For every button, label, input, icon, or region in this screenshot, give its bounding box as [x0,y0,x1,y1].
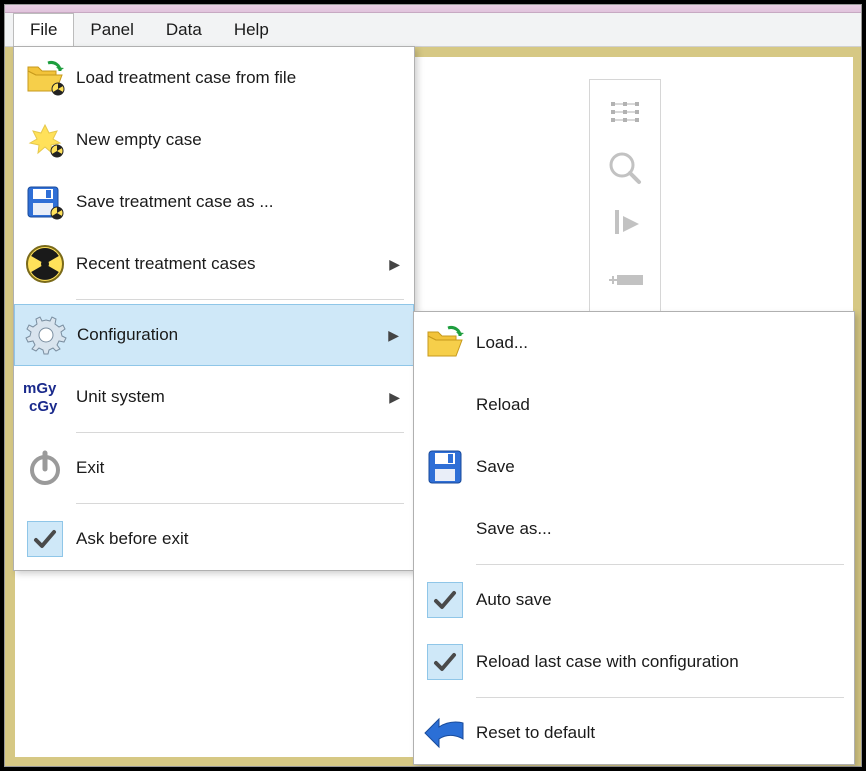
menu-item-recent[interactable]: Recent treatment cases ▶ [14,233,414,295]
menu-item-label: Save as... [476,519,840,539]
submenu-arrow-icon: ▶ [380,256,400,273]
zoom-tool-icon[interactable] [603,146,647,190]
floppy-icon [414,447,476,487]
app-window: File Panel Data Help [4,4,862,767]
menu-item-unit-system[interactable]: mGy cGy Unit system ▶ [14,366,414,428]
slider-tool-icon[interactable] [603,258,647,302]
menu-item-load-case[interactable]: Load treatment case from file [14,47,414,109]
menu-panel[interactable]: Panel [74,13,149,46]
submenu-arrow-icon: ▶ [379,327,399,344]
menu-item-configuration[interactable]: Configuration ▶ [14,304,414,366]
folder-open-rad-icon [14,59,76,97]
menu-item-label: Reset to default [476,723,840,743]
configuration-submenu: Load... Reload Save Save as... [413,311,855,765]
menu-item-new-case[interactable]: New empty case [14,109,414,171]
folder-open-icon [414,324,476,362]
check-icon [14,521,76,557]
power-icon [14,449,76,487]
menu-item-label: Unit system [76,387,380,407]
submenu-item-auto-save[interactable]: Auto save [414,569,854,631]
menu-item-exit[interactable]: Exit [14,437,414,499]
submenu-item-save[interactable]: Save [414,436,854,498]
menu-item-label: Reload [476,395,840,415]
submenu-item-reset-default[interactable]: Reset to default [414,702,854,764]
menu-item-label: Load treatment case from file [76,68,400,88]
mgy-cgy-icon: mGy cGy [14,377,76,417]
check-icon [414,582,476,618]
gear-icon [15,314,77,356]
file-dropdown: Load treatment case from file New empty … [13,46,415,571]
menu-file[interactable]: File [13,13,74,46]
menu-item-label: Load... [476,333,840,353]
right-toolstrip [589,79,661,329]
sun-rad-icon [14,121,76,159]
menu-item-save-as[interactable]: Save treatment case as ... [14,171,414,233]
menu-separator [76,503,404,504]
submenu-item-load[interactable]: Load... [414,312,854,374]
menu-item-label: Ask before exit [76,529,400,549]
menu-help[interactable]: Help [218,13,285,46]
menu-separator [76,432,404,433]
menu-item-label: Save treatment case as ... [76,192,400,212]
floppy-rad-icon [14,183,76,221]
svg-text:mGy: mGy [23,380,57,397]
menu-separator [76,299,404,300]
menu-separator [476,697,844,698]
radiation-icon [14,243,76,285]
submenu-item-reload[interactable]: Reload [414,374,854,436]
titlebar-strip [5,5,861,13]
menu-item-label: Reload last case with configuration [476,652,840,672]
menu-item-label: Recent treatment cases [76,254,380,274]
menu-item-ask-before-exit[interactable]: Ask before exit [14,508,414,570]
menu-data[interactable]: Data [150,13,218,46]
submenu-item-reload-last[interactable]: Reload last case with configuration [414,631,854,693]
menu-separator [476,564,844,565]
grid-tool-icon[interactable] [603,90,647,134]
menu-item-label: New empty case [76,130,400,150]
submenu-arrow-icon: ▶ [380,389,400,406]
menubar: File Panel Data Help [5,13,861,47]
menu-item-label: Exit [76,458,400,478]
reset-arrow-icon [414,717,476,749]
menu-item-label: Configuration [77,325,379,345]
menu-item-label: Auto save [476,590,840,610]
submenu-item-save-as[interactable]: Save as... [414,498,854,560]
menu-item-label: Save [476,457,840,477]
svg-text:cGy: cGy [29,398,58,415]
edit-tool-icon[interactable] [603,202,647,246]
check-icon [414,644,476,680]
